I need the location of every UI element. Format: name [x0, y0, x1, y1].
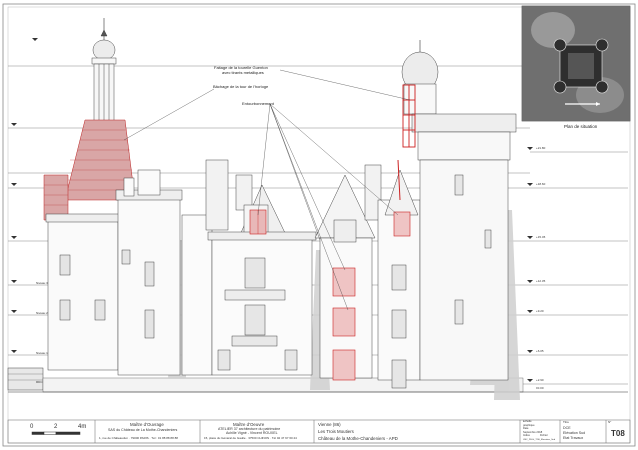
view-title-label: Titre	[563, 420, 569, 424]
meta-label: Indice	[523, 434, 530, 437]
view-title-line: Elévation Sud	[563, 431, 586, 435]
level-label-right: +6.05	[536, 349, 544, 353]
project-name: Château de la Mothe-Chandeniers - APD	[318, 436, 398, 441]
sheet-number: T08	[611, 429, 625, 438]
level-label-right: +15.45	[536, 235, 546, 239]
annotation-bachage: Bâchage de la tour de l'horloge	[213, 84, 269, 89]
annotation-faitage-sub: avec tirants metalliques	[222, 70, 264, 75]
level-label-left: Niveau 3	[36, 281, 48, 285]
level-label-right: +12.35	[536, 279, 546, 283]
owner-title: Maître d'Ouvrage	[130, 422, 164, 427]
level-label-left: Niveau 1	[36, 351, 48, 355]
architect-address: 15, place du Général de Gaulle · 37500 C…	[204, 436, 297, 440]
level-label-right: +18.60	[536, 182, 546, 186]
pavilion-window-highlights	[332, 267, 356, 381]
level-label-right: ±0.00	[536, 386, 544, 390]
owner-address: 1, rue de Châteaudun · 79000 PARIS · Tél…	[99, 436, 178, 440]
owner-name: SAS du Château de La Mothe-Chandeniers	[108, 428, 178, 432]
scale-label-4m: 4m	[78, 424, 87, 430]
level-markers-left	[11, 38, 38, 382]
level-label-left: Niveau 2	[36, 311, 48, 315]
annotation-entourbonnement: Entourbonnement	[242, 101, 274, 106]
view-title-line: Etat Travaux	[563, 436, 584, 440]
level-markers-right	[527, 147, 533, 382]
level-label-right: +2.90	[536, 378, 544, 382]
meta-label: Fichier	[540, 434, 548, 437]
project-commune: Les Trois Moutiers	[318, 429, 354, 434]
central-block	[181, 159, 317, 376]
level-label-right: +21.80	[536, 146, 546, 150]
scale-label-2: 2	[54, 424, 58, 430]
elevation-drawing	[2, 3, 636, 447]
sheet-number-label: N°	[608, 420, 612, 424]
scale-bar	[31, 431, 81, 435]
location-plan	[521, 5, 631, 122]
location-plan-label: Plan de situation	[564, 124, 598, 129]
architect-sub: Achille Vigné - Vincent ROUXEL	[226, 431, 278, 435]
level-lines-right	[530, 151, 628, 385]
meta-value: LMC_PH-H_TDE_Elevation_Sud	[523, 439, 556, 441]
left-tower	[89, 18, 119, 131]
level-label-right: +9.20	[536, 309, 544, 313]
project-department: Vienne (86)	[318, 422, 341, 427]
right-wing	[377, 169, 421, 389]
view-title-line: DCE	[563, 426, 571, 430]
scale-label-0: 0	[30, 424, 34, 430]
level-label-left: RDC	[36, 380, 43, 384]
